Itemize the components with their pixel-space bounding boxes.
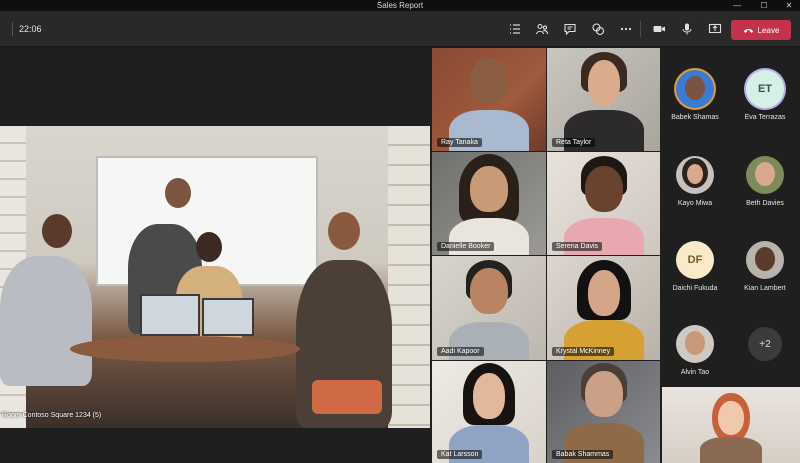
participant-face: [584, 371, 623, 417]
roster-name: Kayo Miwa: [677, 200, 713, 207]
camera-icon: [653, 26, 665, 32]
meeting-table: [70, 336, 300, 362]
overflow-count: +2: [748, 327, 782, 361]
avatar-photo: [687, 164, 703, 184]
participant-tile[interactable]: Babak Shammas: [547, 361, 660, 463]
avatar-photo: [685, 331, 705, 355]
participant-name: Babak Shammas: [552, 450, 614, 459]
participant-face: [470, 166, 508, 212]
participant-face: [470, 268, 508, 314]
avatar-photo: [685, 76, 705, 100]
leave-label: Leave: [757, 25, 780, 35]
toolbar-divider: [640, 21, 641, 37]
participant-face: [587, 270, 620, 316]
person-left-head: [42, 214, 72, 248]
participant-tile[interactable]: Krystal McKinney: [547, 256, 660, 360]
roster-name: Babek Shamas: [671, 114, 719, 121]
participant-name: Aadi Kapoor: [437, 347, 484, 356]
avatar: [676, 325, 714, 363]
self-body: [700, 437, 762, 463]
reaction-icon: [592, 23, 605, 36]
minimize-button[interactable]: —: [726, 0, 748, 11]
roster-item[interactable]: Kian Lambert: [732, 241, 798, 292]
person-standing-head: [165, 178, 191, 208]
camera-button[interactable]: [650, 20, 668, 38]
participant-name: Ray Tanaka: [437, 138, 482, 147]
participant-tile[interactable]: Ray Tanaka: [432, 48, 546, 151]
chat-button[interactable]: [561, 20, 579, 38]
roster-name: Eva Terrazas: [744, 114, 786, 121]
meeting-timer: 22:06: [12, 22, 42, 36]
participant-tile[interactable]: Danielle Booker: [432, 152, 546, 255]
participant-face: [584, 166, 623, 212]
list-icon: [510, 24, 520, 34]
orange-chair: [312, 380, 382, 414]
participant-face: [473, 373, 505, 419]
person-left: [0, 256, 92, 386]
avatar: [746, 241, 784, 279]
roster-item[interactable]: Alvin Tao: [662, 325, 728, 376]
roster-item[interactable]: DF Daichi Fukuda: [662, 241, 728, 292]
close-window-button[interactable]: ✕: [778, 0, 800, 11]
roster-item[interactable]: Babek Shamas: [662, 70, 728, 121]
person-center-head: [196, 232, 222, 262]
share-icon: [708, 23, 722, 34]
maximize-button[interactable]: ☐: [753, 0, 775, 11]
roster-item[interactable]: Beth Davies: [732, 156, 798, 207]
avatar: [676, 70, 714, 108]
room-video-feed[interactable]: [0, 126, 430, 428]
roster-item[interactable]: ET Eva Terrazas: [732, 70, 798, 121]
avatar-photo: [755, 247, 775, 271]
roster-name: Alvin Tao: [680, 369, 710, 376]
self-view-video[interactable]: [662, 387, 800, 463]
window-title: Sales Report: [376, 1, 424, 10]
participant-face: [587, 60, 620, 106]
participant-name: Reta Taylor: [552, 138, 596, 147]
share-screen-button[interactable]: [706, 20, 724, 38]
participant-name: Serena Davis: [552, 242, 603, 251]
participant-tile[interactable]: Kat Larsson: [432, 361, 546, 463]
avatar-photo: [755, 162, 775, 186]
self-face: [718, 401, 744, 435]
avatar: ET: [746, 70, 784, 108]
people-icon: [535, 23, 549, 35]
microphone-icon: [682, 23, 692, 35]
participant-name: Danielle Booker: [437, 242, 495, 251]
meeting-toolbar: 22:06 Leave: [0, 11, 800, 47]
chat-icon: [564, 23, 576, 36]
participant-tile[interactable]: Aadi Kapoor: [432, 256, 546, 360]
more-participants-button[interactable]: +2: [732, 327, 798, 361]
hang-up-icon: [743, 28, 753, 33]
people-button[interactable]: [533, 20, 551, 38]
roster-item[interactable]: Kayo Miwa: [662, 156, 728, 207]
more-options-button[interactable]: [617, 20, 635, 38]
laptop-1: [140, 294, 200, 336]
participant-name: Kat Larsson: [437, 450, 483, 459]
roster-name: Daichi Fukuda: [672, 285, 718, 292]
participant-tile[interactable]: Serena Davis: [547, 152, 660, 255]
participants-list-button[interactable]: [506, 20, 524, 38]
participant-name: Krystal McKinney: [552, 347, 615, 356]
more-icon: [620, 27, 632, 31]
leave-button[interactable]: Leave: [731, 20, 791, 40]
main-stage: Room Contoso Square 1234 (5): [0, 48, 430, 463]
participant-tile[interactable]: Reta Taylor: [547, 48, 660, 151]
avatar: [676, 156, 714, 194]
laptop-2: [202, 298, 254, 336]
avatar: [746, 156, 784, 194]
bookshelf-right: [388, 126, 430, 428]
roster-name: Beth Davies: [746, 200, 784, 207]
roster-name: Kian Lambert: [744, 285, 786, 292]
title-bar: Sales Report — ☐ ✕: [0, 0, 800, 11]
microphone-button[interactable]: [678, 20, 696, 38]
reactions-button[interactable]: [589, 20, 607, 38]
room-name-label: Room Contoso Square 1234 (5): [2, 412, 102, 419]
person-right-head: [328, 212, 360, 250]
avatar: DF: [676, 241, 714, 279]
participant-face: [470, 58, 508, 104]
